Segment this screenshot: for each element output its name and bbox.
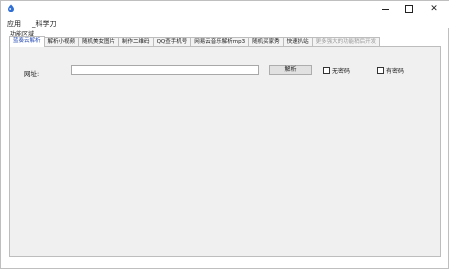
menu-item-app[interactable]: 应用 — [7, 19, 21, 29]
title-bar: ✕ — [1, 1, 449, 17]
menu-bar: 应用 _科学刀 — [1, 17, 449, 28]
minimize-icon — [381, 8, 389, 10]
parse-button[interactable]: 解析 — [269, 65, 312, 75]
maximize-button[interactable] — [397, 1, 421, 17]
checkbox-label: 有密码 — [386, 68, 405, 75]
app-logo-icon — [8, 4, 14, 12]
no-password-checkbox[interactable]: 无密码 — [323, 66, 350, 75]
maximize-icon — [405, 5, 413, 13]
menu-item-kxd[interactable]: _科学刀 — [32, 19, 57, 29]
close-icon: ✕ — [430, 3, 438, 14]
checkbox-label: 无密码 — [332, 68, 351, 75]
app-window: ✕ 应用 _科学刀 功能区域 蓝奏云解析 解析小视频 随机美女图片 制作二维码 … — [0, 0, 449, 269]
has-password-checkbox[interactable]: 有密码 — [377, 66, 404, 75]
tab-lanzou-parse[interactable]: 蓝奏云解析 — [9, 36, 45, 47]
url-label: 网址: — [24, 70, 40, 78]
tab-content-panel — [9, 46, 441, 257]
checkbox-box[interactable] — [377, 67, 384, 74]
close-button[interactable]: ✕ — [422, 1, 446, 17]
checkbox-box[interactable] — [323, 67, 330, 74]
url-input[interactable] — [71, 65, 259, 75]
minimize-button[interactable] — [373, 1, 397, 17]
